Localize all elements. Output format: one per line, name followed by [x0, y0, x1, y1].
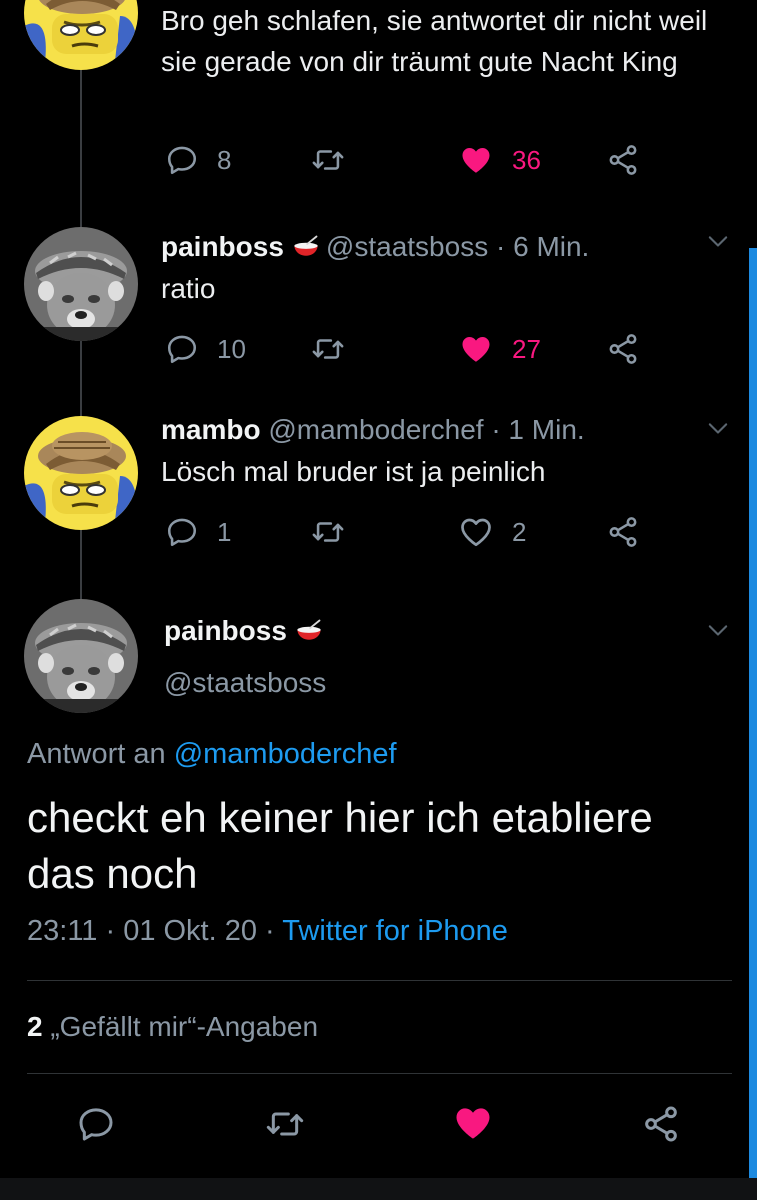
- bowl-emoji-icon: [293, 617, 325, 645]
- display-name[interactable]: mambo: [161, 414, 261, 445]
- retweet-icon[interactable]: [264, 1104, 306, 1144]
- share-icon: [606, 143, 640, 177]
- thread-line: [80, 70, 82, 230]
- share-icon: [606, 332, 640, 366]
- retweet-button[interactable]: [310, 514, 346, 550]
- bowl-emoji-icon: [290, 233, 322, 261]
- chevron-down-icon[interactable]: [704, 415, 732, 443]
- main-tweet-name[interactable]: painboss: [164, 614, 329, 649]
- like-count: 2: [512, 516, 527, 547]
- user-handle[interactable]: @staatsboss: [164, 667, 326, 698]
- user-handle[interactable]: @staatsboss: [326, 231, 488, 262]
- reply-prefix: Antwort an: [27, 738, 166, 770]
- heart-outline-icon: [458, 514, 494, 550]
- reply-icon: [165, 332, 199, 366]
- retweet-button[interactable]: [310, 142, 346, 178]
- main-tweet-text: checkt eh keiner hier ich etabliere das …: [27, 794, 653, 897]
- reply-button[interactable]: 10: [165, 331, 246, 367]
- avatar[interactable]: [24, 599, 138, 713]
- photo-avatar-icon: [24, 227, 138, 341]
- tweet-actions: 10 27: [165, 331, 665, 367]
- tweet-actions: 8 36: [165, 142, 665, 178]
- tweet-time: · 6 Min.: [495, 231, 590, 262]
- tweet-text: Lösch mal bruder ist ja peinlich: [161, 456, 546, 487]
- like-button[interactable]: 36: [458, 142, 541, 178]
- retweet-icon: [310, 143, 346, 177]
- avatar[interactable]: [24, 416, 138, 530]
- tweet-meta: 23:11 · 01 Okt. 20 · Twitter for iPhone: [27, 915, 508, 948]
- tweet-time: · 1 Min.: [491, 414, 585, 445]
- tweet-actions: 1 2: [165, 514, 665, 550]
- tweet-header: painboss @staatsboss · 6 Min.: [161, 230, 589, 265]
- heart-icon: [458, 142, 494, 178]
- retweet-icon: [310, 332, 346, 366]
- tweet-text: Bro geh schlafen, sie antwortet dir nich…: [161, 5, 708, 77]
- timestamp: 23:11 · 01 Okt. 20 ·: [27, 915, 275, 947]
- scrollbar[interactable]: [749, 248, 757, 1180]
- heart-icon: [458, 331, 494, 367]
- heart-icon[interactable]: [451, 1101, 495, 1145]
- like-label: „Gefällt mir“-Angaben: [50, 1011, 319, 1042]
- photo-avatar-icon: [24, 599, 138, 713]
- main-tweet-handle[interactable]: @staatsboss: [164, 666, 326, 700]
- share-button[interactable]: [606, 331, 640, 367]
- chevron-down-icon[interactable]: [704, 617, 732, 645]
- reply-count: 10: [217, 333, 246, 364]
- simpson-avatar-icon: [24, 416, 138, 530]
- display-name[interactable]: painboss: [164, 615, 287, 646]
- thread-line: [80, 530, 82, 610]
- thread-line: [80, 340, 82, 418]
- retweet-button[interactable]: [310, 331, 346, 367]
- divider: [27, 1073, 732, 1074]
- reply-icon[interactable]: [76, 1104, 116, 1144]
- share-button[interactable]: [606, 514, 640, 550]
- reply-icon: [165, 515, 199, 549]
- reply-count: 8: [217, 144, 232, 175]
- share-icon[interactable]: [641, 1104, 681, 1144]
- reply-button[interactable]: 1: [165, 514, 231, 550]
- display-name[interactable]: painboss: [161, 231, 284, 262]
- simpson-avatar-icon: [24, 0, 138, 70]
- like-count: 2: [27, 1011, 43, 1042]
- reply-button[interactable]: 8: [165, 142, 231, 178]
- likes-summary[interactable]: 2 „Gefällt mir“-Angaben: [27, 1011, 318, 1043]
- divider: [27, 980, 732, 981]
- chevron-down-icon[interactable]: [704, 228, 732, 256]
- reply-icon: [165, 143, 199, 177]
- tweet-text: ratio: [161, 273, 216, 304]
- like-button[interactable]: 2: [458, 514, 526, 550]
- retweet-icon: [310, 515, 346, 549]
- like-count: 36: [512, 144, 541, 175]
- user-handle[interactable]: @mamboderchef: [268, 414, 483, 445]
- avatar[interactable]: [24, 227, 138, 341]
- reply-count: 1: [217, 516, 232, 547]
- reply-context: Antwort an @mamboderchef: [27, 738, 397, 771]
- avatar[interactable]: [24, 0, 138, 70]
- bottom-bar: [0, 1178, 757, 1200]
- reply-mention[interactable]: @mamboderchef: [174, 738, 397, 770]
- like-count: 27: [512, 333, 541, 364]
- share-button[interactable]: [606, 142, 640, 178]
- like-button[interactable]: 27: [458, 331, 541, 367]
- tweet-source[interactable]: Twitter for iPhone: [282, 915, 508, 947]
- tweet-header: mambo @mamboderchef · 1 Min.: [161, 413, 585, 447]
- share-icon: [606, 515, 640, 549]
